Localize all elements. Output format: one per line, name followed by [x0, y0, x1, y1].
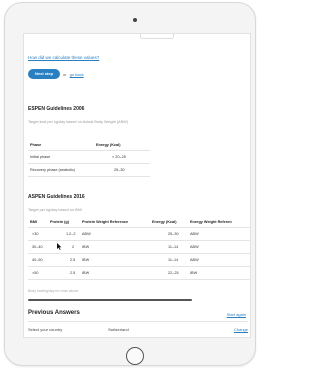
- divider: [28, 163, 150, 164]
- horizontal-scrollbar[interactable]: [28, 299, 192, 301]
- divider: [28, 150, 150, 151]
- divider: [28, 253, 250, 254]
- protein-ref-cell: IBW: [82, 245, 90, 249]
- change-link[interactable]: Change: [234, 327, 248, 332]
- or-text: or: [63, 71, 67, 77]
- energy-cell: 11–14: [168, 245, 179, 249]
- espen-phase-cell: Recovery phase (anabolic): [30, 168, 76, 172]
- protein-ref-cell: ABW: [82, 232, 91, 236]
- aspen-col-energy-ref: Energy Weight Referen: [190, 220, 232, 224]
- aspen-col-bmi: BMI: [30, 220, 37, 224]
- country-value: Switzerland: [108, 327, 129, 332]
- aspen-table: BMI Protein (g) Protein Weight Reference…: [28, 217, 250, 285]
- table-note: Body kcal/kg/day for rows above: [28, 289, 79, 293]
- bmi-cell: 30–40: [32, 245, 43, 249]
- divider: [28, 266, 250, 267]
- how-calculate-link[interactable]: How did we calculate these values?: [28, 55, 99, 60]
- divider: [28, 321, 248, 322]
- divider: [28, 176, 150, 177]
- protein-cell: 2.5: [70, 258, 76, 262]
- protein-cell: 2: [72, 245, 75, 249]
- energy-ref-cell: ABW: [190, 245, 199, 249]
- protein-ref-cell: IBW: [82, 271, 90, 275]
- country-label: Select your country: [28, 327, 63, 332]
- energy-cell: 11–14: [168, 258, 179, 262]
- next-row: Next step or go back: [28, 69, 84, 79]
- espen-col-phase: Phase: [30, 143, 42, 147]
- aspen-title: ASPEN Guidelines 2016: [28, 194, 85, 200]
- aspen-header-row: BMI Protein (g) Protein Weight Reference…: [28, 217, 250, 227]
- espen-phase-cell: Initial phase: [30, 155, 51, 159]
- aspen-col-protein-ref: Protein Weight Reference: [82, 220, 129, 224]
- bmi-cell: >50: [32, 271, 39, 275]
- protein-cell: 1.2–2: [66, 232, 76, 236]
- divider: [28, 279, 250, 280]
- start-again-link[interactable]: Start again: [227, 312, 246, 317]
- aspen-col-protein: Protein (g): [50, 220, 69, 224]
- table-row: 40–50 2.5 IBW 11–14 ABW: [28, 255, 250, 265]
- espen-col-energy: Energy (Kcal): [96, 143, 121, 147]
- protein-cell: 2.5: [70, 271, 76, 275]
- espen-title: ESPEN Guidelines 2006: [28, 106, 85, 112]
- go-back-link[interactable]: go back: [70, 72, 84, 77]
- table-row: Initial phase < 20–25: [28, 152, 150, 162]
- cursor-icon: [57, 243, 62, 250]
- espen-subtitle: Target kcal per kg/day based on Actual B…: [28, 120, 128, 124]
- energy-cell: 25–30: [168, 232, 179, 236]
- protein-ref-cell: IBW: [82, 258, 90, 262]
- screen: How did we calculate these values? Next …: [23, 33, 251, 338]
- divider: [28, 227, 250, 228]
- energy-ref-cell: ABW: [190, 232, 199, 236]
- previous-answers-title: Previous Answers: [28, 310, 80, 316]
- bmi-cell: 40–50: [32, 258, 43, 262]
- divider: [28, 240, 250, 241]
- table-row: >50 2.5 IBW 22–25 IBW: [28, 268, 250, 278]
- espen-header-row: Phase Energy (Kcal): [28, 140, 150, 150]
- table-row: Recovery phase (anabolic) 25–30: [28, 165, 150, 175]
- next-step-button[interactable]: Next step: [28, 69, 61, 79]
- tablet-frame: How did we calculate these values? Next …: [4, 2, 256, 366]
- energy-ref-cell: ABW: [190, 258, 199, 262]
- aspen-col-energy: Energy (Kcal): [152, 220, 177, 224]
- espen-energy-cell: < 20–25: [112, 155, 126, 159]
- espen-table: Phase Energy (Kcal) Initial phase < 20–2…: [28, 140, 150, 180]
- table-row: <30 1.2–2 ABW 25–30 ABW: [28, 229, 250, 239]
- aspen-subtitle: Target per kg/day based on BMI: [28, 208, 82, 212]
- home-button[interactable]: [126, 347, 144, 365]
- top-tab: [140, 34, 174, 39]
- energy-cell: 22–25: [168, 271, 179, 275]
- energy-ref-cell: IBW: [190, 271, 198, 275]
- bmi-cell: <30: [32, 232, 39, 236]
- camera-dot: [133, 18, 137, 22]
- espen-energy-cell: 25–30: [114, 168, 125, 172]
